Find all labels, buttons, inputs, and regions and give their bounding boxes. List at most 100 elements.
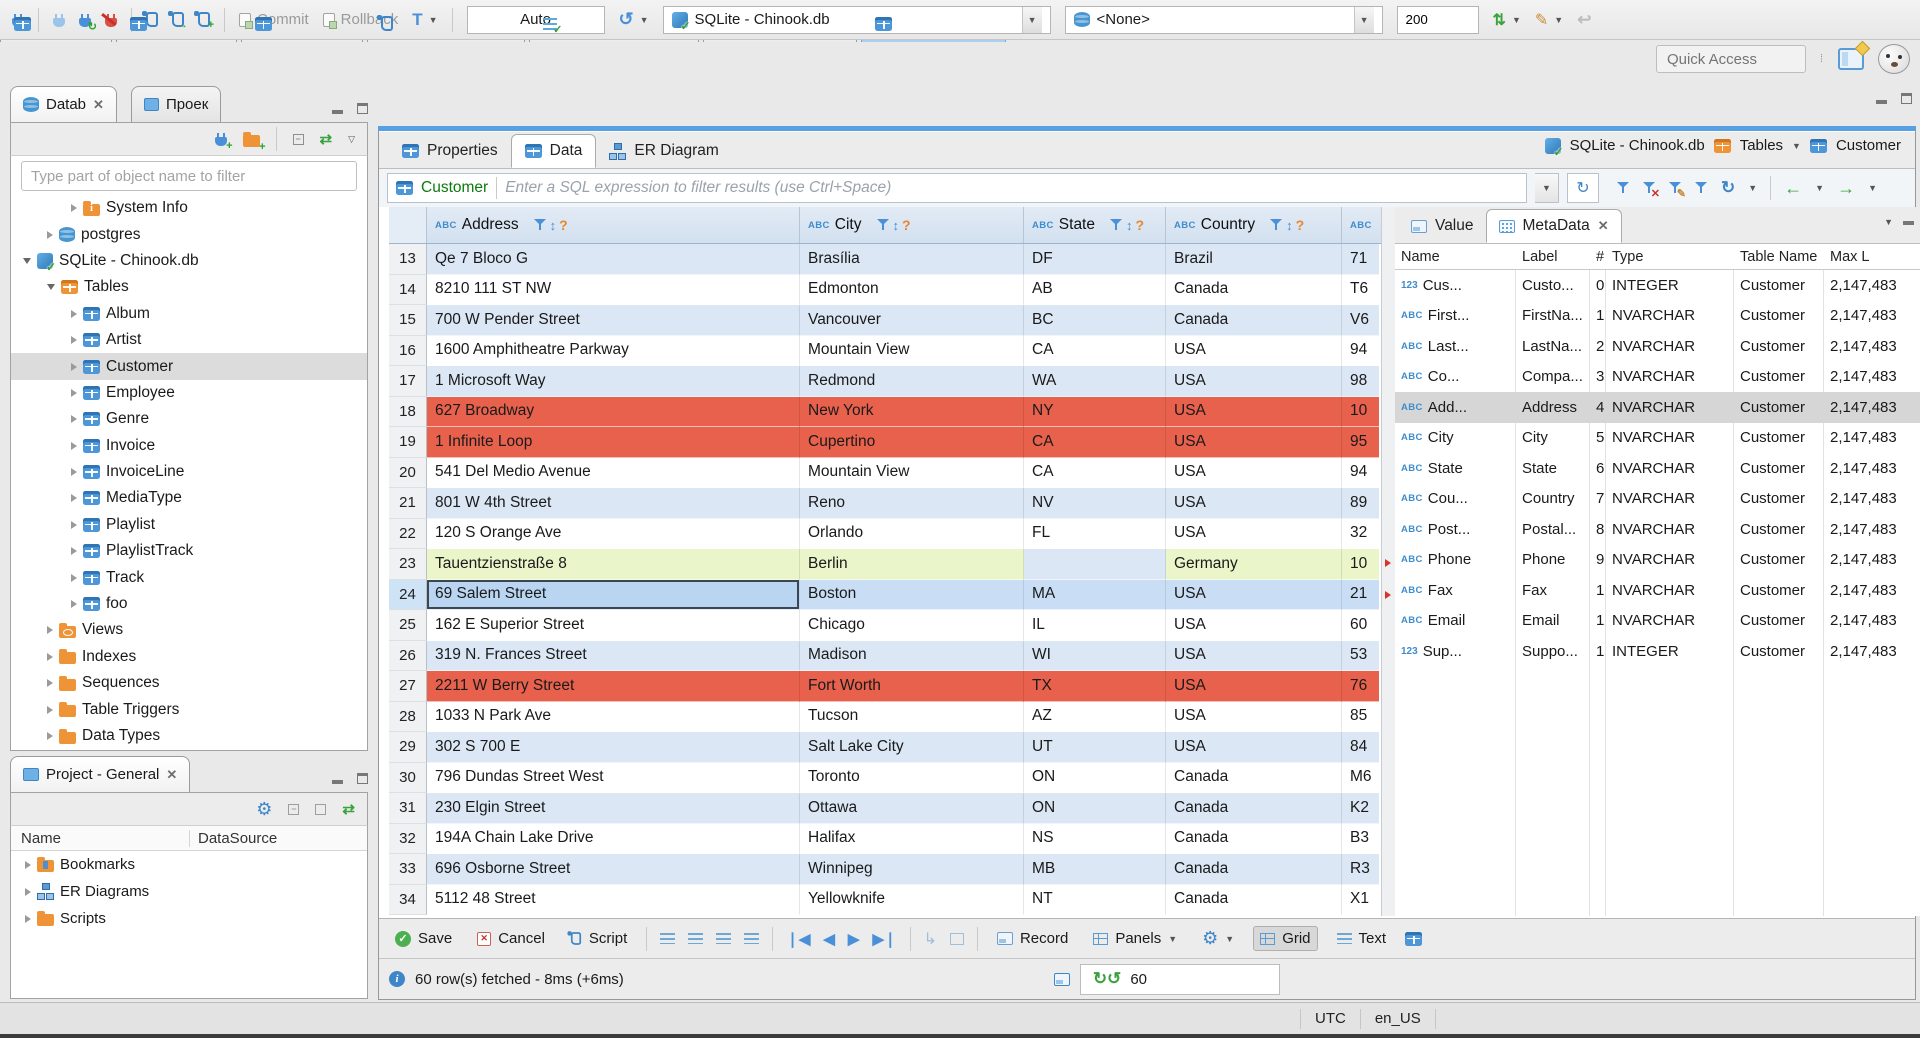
filter-dropdown-button[interactable]: ▼ (1535, 173, 1559, 203)
cell-address[interactable]: Tauentzienstraße 8 (427, 549, 800, 580)
cell-address[interactable]: 194A Chain Lake Drive (427, 823, 800, 854)
metadata-row[interactable]: 123 Sup... Suppo... 1 INTEGER Customer 2,147,4… (1395, 636, 1920, 667)
tree-item-sequences[interactable]: Sequences (11, 670, 367, 696)
cell-address[interactable]: 627 Broadway (427, 396, 800, 427)
tree-item-system-info[interactable]: System Info (11, 195, 367, 221)
row-number[interactable]: 34 (389, 884, 427, 915)
tree-item-track[interactable]: Track (11, 564, 367, 590)
tree-item-genre[interactable]: Genre (11, 406, 367, 432)
previous-row-button[interactable]: ◀ (823, 930, 835, 948)
column-header-city[interactable]: ABC City ↕? (800, 207, 1024, 243)
metadata-row[interactable]: ABC Add... Address 4 NVARCHAR Customer 2,147,4… (1395, 392, 1920, 423)
cell-city[interactable]: Ottawa (800, 793, 1024, 824)
table-icon[interactable] (1405, 931, 1423, 946)
cell-country[interactable]: USA (1166, 335, 1342, 366)
cell-country[interactable]: USA (1166, 579, 1342, 610)
close-icon[interactable]: ✕ (1598, 218, 1609, 234)
row-number[interactable]: 17 (389, 366, 427, 397)
cell-city[interactable]: Redmond (800, 366, 1024, 397)
meta-cell-ord[interactable]: 8 (1590, 514, 1606, 545)
cell-address[interactable]: 2211 W Berry Street (427, 671, 800, 702)
meta-cell-ord[interactable]: 7 (1590, 484, 1606, 515)
meta-cell-label[interactable]: Suppo... (1516, 636, 1590, 667)
meta-cell-type[interactable]: NVARCHAR (1606, 514, 1734, 545)
cell-country[interactable]: USA (1166, 457, 1342, 488)
metadata-row[interactable]: ABC Co... Compa... 3 NVARCHAR Customer 2,147,4… (1395, 362, 1920, 393)
expand-arrow-icon[interactable] (71, 204, 77, 213)
collapse-all-icon[interactable]: − (292, 133, 304, 145)
meta-cell-max[interactable]: 2,147,483 (1824, 636, 1920, 667)
cell-postal[interactable]: 84 (1342, 732, 1379, 763)
meta-cell-type[interactable]: NVARCHAR (1606, 484, 1734, 515)
cell-postal[interactable]: 21 (1342, 579, 1379, 610)
cell-state[interactable]: MA (1024, 579, 1166, 610)
cell-address[interactable]: 801 W 4th Street (427, 488, 800, 519)
meta-cell-name[interactable]: ABC City (1395, 423, 1516, 454)
cell-state[interactable]: WA (1024, 366, 1166, 397)
expand-arrow-icon[interactable] (71, 600, 77, 609)
row-number[interactable]: 29 (389, 732, 427, 763)
close-icon[interactable]: ✕ (93, 97, 104, 113)
metadata-row[interactable]: ABC Phone Phone 9 NVARCHAR Customer 2,147,483 (1395, 545, 1920, 576)
breadcrumb-connection[interactable]: SQLite - Chinook.db (1570, 137, 1705, 154)
meta-cell-max[interactable]: 2,147,483 (1824, 575, 1920, 606)
cell-city[interactable]: Brasília (800, 244, 1024, 275)
cell-country[interactable]: USA (1166, 396, 1342, 427)
column-datasource[interactable]: DataSource (189, 829, 277, 847)
row-number[interactable]: 23 (389, 549, 427, 580)
filter-help-icon[interactable]: ? (902, 217, 911, 233)
sort-icon[interactable]: ↕ (1286, 218, 1293, 233)
link-editor-icon[interactable]: ⇄ (342, 800, 355, 818)
row-number[interactable]: 22 (389, 518, 427, 549)
sort-icon[interactable]: ↕ (893, 218, 900, 233)
meta-cell-type[interactable]: INTEGER (1606, 636, 1734, 667)
cell-state[interactable]: AB (1024, 274, 1166, 305)
nav-forward-icon[interactable]: → (1837, 178, 1855, 199)
meta-cell-name[interactable]: 123 Cus... (1395, 270, 1516, 301)
meta-cell-label[interactable]: State (1516, 453, 1590, 484)
cell-postal[interactable]: 71 (1342, 244, 1379, 275)
meta-cell-label[interactable]: LastNa... (1516, 331, 1590, 362)
first-row-button[interactable]: ❘◀ (786, 930, 810, 948)
tree-item-album[interactable]: Album (11, 301, 367, 327)
filter-help-icon[interactable]: ? (1296, 217, 1305, 233)
cell-postal[interactable]: B3 (1342, 823, 1379, 854)
meta-cell-table[interactable]: Customer (1734, 575, 1824, 606)
expand-arrow-icon[interactable] (71, 388, 77, 397)
cell-address[interactable]: 1033 N Park Ave (427, 701, 800, 732)
cell-country[interactable]: USA (1166, 366, 1342, 397)
cell-city[interactable]: Orlando (800, 518, 1024, 549)
brush-button[interactable]: ✎ ▼ (1535, 10, 1563, 30)
cell-city[interactable]: Vancouver (800, 305, 1024, 336)
meta-cell-max[interactable]: 2,147,483 (1824, 514, 1920, 545)
project-item-scripts[interactable]: Scripts (11, 905, 367, 932)
grid-scrollbar[interactable] (1381, 207, 1395, 916)
cell-state[interactable]: CA (1024, 457, 1166, 488)
new-sql-script-button[interactable]: + (194, 11, 214, 31)
expand-arrow-icon[interactable] (71, 573, 77, 582)
cell-address[interactable]: 1600 Amphitheatre Parkway (427, 335, 800, 366)
cell-state[interactable]: WI (1024, 640, 1166, 671)
open-perspective-icon[interactable] (1838, 48, 1864, 70)
row-number[interactable]: 18 (389, 396, 427, 427)
row-number[interactable]: 20 (389, 457, 427, 488)
project-item-bookmarks[interactable]: Bookmarks (11, 851, 367, 878)
row-number[interactable]: 19 (389, 427, 427, 458)
meta-cell-table[interactable]: Customer (1734, 545, 1824, 576)
meta-cell-label[interactable]: Compa... (1516, 362, 1590, 393)
object-filter-input[interactable] (21, 161, 357, 191)
tree-item-foo[interactable]: foo (11, 591, 367, 617)
meta-cell-type[interactable]: NVARCHAR (1606, 331, 1734, 362)
meta-cell-type[interactable]: NVARCHAR (1606, 423, 1734, 454)
filter-funnel-icon[interactable] (533, 219, 547, 231)
cell-address[interactable]: 162 E Superior Street (427, 610, 800, 641)
cell-country[interactable]: Canada (1166, 762, 1342, 793)
tree-item-customer[interactable]: Customer (11, 353, 367, 380)
minimize-icon[interactable] (1876, 100, 1887, 104)
row-number[interactable]: 26 (389, 640, 427, 671)
row-number[interactable]: 31 (389, 793, 427, 824)
cell-city[interactable]: Chicago (800, 610, 1024, 641)
cell-address[interactable]: 230 Elgin Street (427, 793, 800, 824)
subtab-er-diagram[interactable]: ER Diagram (596, 134, 731, 168)
meta-cell-type[interactable]: NVARCHAR (1606, 575, 1734, 606)
